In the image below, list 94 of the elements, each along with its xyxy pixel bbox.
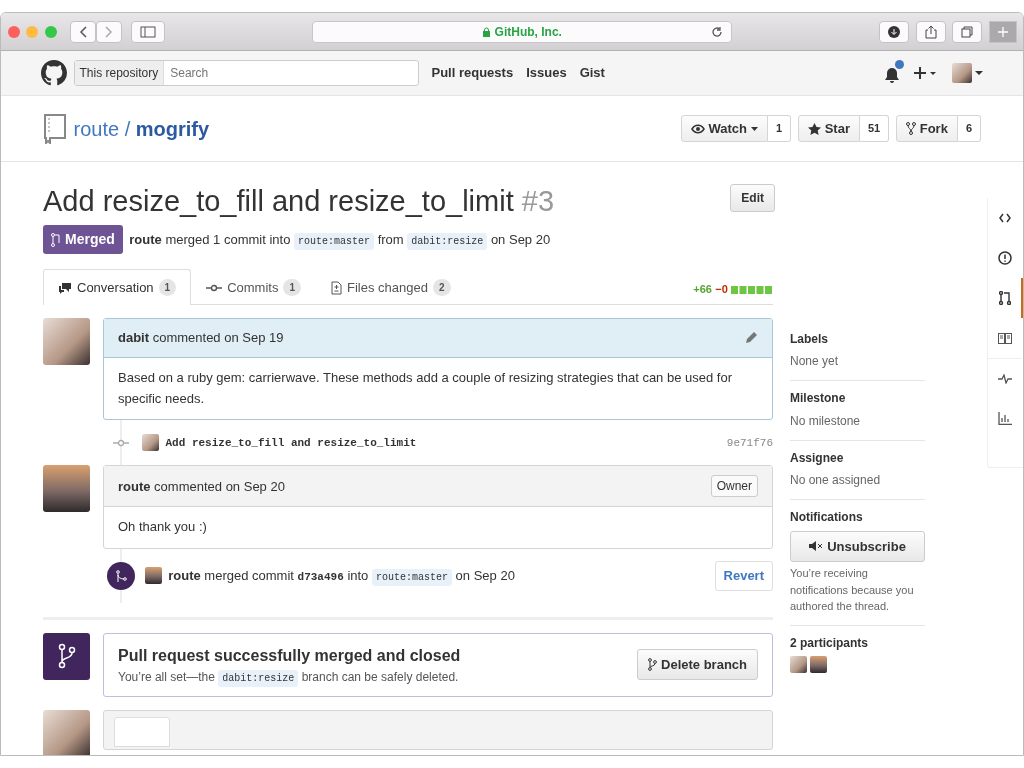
count-badge: 2 bbox=[432, 279, 451, 297]
commit-message[interactable]: Add resize_to_fill and resize_to_limit bbox=[165, 434, 417, 452]
star-button[interactable]: Star bbox=[797, 114, 860, 143]
speech-bubbles-icon bbox=[58, 281, 72, 294]
header-nav-link[interactable]: Issues bbox=[526, 63, 567, 83]
sidebar-heading: Notifications bbox=[790, 510, 864, 525]
deletions-count: −0 bbox=[715, 282, 728, 298]
comment-body: Based on a ruby gem: carrierwave. These methods add a couple of resizing strategies that can be used for specific needs. bbox=[117, 368, 733, 408]
fork-button[interactable]: Fork bbox=[895, 114, 958, 143]
search-scope-label: This repository bbox=[74, 61, 165, 85]
pulse-icon bbox=[997, 373, 1012, 384]
owner-label: Owner bbox=[710, 475, 758, 498]
pull-request-title: Add resize_to_fill and resize_to_limit #3 bbox=[43, 184, 554, 219]
open-book-icon bbox=[997, 332, 1012, 344]
plus-icon bbox=[997, 26, 1008, 37]
user-avatar bbox=[43, 709, 90, 755]
fork-icon bbox=[905, 122, 916, 135]
sidebar-heading: Assignee bbox=[790, 450, 845, 466]
user-avatar[interactable] bbox=[142, 434, 159, 452]
diffstat-bar-icon bbox=[731, 285, 773, 294]
user-menu[interactable] bbox=[951, 63, 983, 83]
octocat-logo-icon[interactable] bbox=[41, 60, 67, 86]
sidebar-heading: Labels bbox=[790, 332, 829, 347]
issue-icon bbox=[997, 251, 1012, 265]
download-icon bbox=[888, 25, 900, 38]
commit-icon bbox=[206, 283, 223, 292]
commit-sha[interactable]: 9e71f76 bbox=[726, 434, 773, 452]
tab[interactable]: Conversation 1 bbox=[43, 268, 192, 306]
eye-icon bbox=[690, 123, 705, 134]
sidebar-heading: 2 participants bbox=[790, 635, 870, 651]
tab[interactable]: Files changed 2 bbox=[316, 268, 466, 306]
merge-status-message: You’re all set—the dabit:resize branch can be safely deleted. bbox=[118, 667, 461, 686]
site-name: GitHub, Inc. bbox=[494, 23, 562, 41]
sidebar-value: No milestone bbox=[790, 412, 862, 430]
mute-icon bbox=[809, 541, 824, 552]
comment-header-text: route commented on Sep 20 bbox=[118, 477, 285, 496]
merge-status-title: Pull request successfully merged and closed bbox=[118, 645, 461, 666]
user-avatar[interactable] bbox=[43, 318, 90, 366]
merge-icon bbox=[107, 561, 135, 590]
repository-book-icon bbox=[43, 113, 67, 144]
bar-graph-icon bbox=[997, 411, 1012, 425]
back-button[interactable] bbox=[69, 20, 96, 43]
header-nav-link[interactable]: Gist bbox=[579, 63, 605, 83]
share-button[interactable] bbox=[915, 20, 946, 43]
sidebar-heading: Milestone bbox=[790, 391, 847, 406]
merge-event-text: route merged commit d73a496 into route:master on Sep 20 bbox=[168, 566, 515, 586]
sidebar-value: None yet bbox=[790, 353, 840, 371]
tabs-icon bbox=[961, 25, 973, 38]
watch-count[interactable]: 1 bbox=[768, 114, 792, 143]
sidebar-icon bbox=[140, 25, 157, 38]
merge-icon bbox=[51, 232, 61, 247]
comment-body: Oh thank you :) bbox=[117, 518, 208, 537]
repository-link[interactable]: mogrify bbox=[135, 117, 210, 140]
plus-dropdown-icon[interactable] bbox=[912, 66, 939, 80]
user-avatar[interactable] bbox=[144, 567, 162, 585]
count-badge: 1 bbox=[158, 279, 177, 297]
merged-state-badge: Merged bbox=[43, 225, 123, 255]
participant-avatar[interactable] bbox=[810, 656, 828, 674]
additions-count: +66 bbox=[693, 282, 712, 298]
fork-count[interactable]: 6 bbox=[957, 114, 981, 143]
star-count[interactable]: 51 bbox=[859, 114, 890, 143]
lock-icon bbox=[482, 26, 492, 37]
share-icon bbox=[924, 24, 937, 39]
tab[interactable]: Commits 1 bbox=[191, 268, 316, 306]
commit-icon bbox=[113, 438, 129, 447]
caret-icon bbox=[751, 126, 759, 131]
count-badge: 1 bbox=[283, 279, 301, 297]
header-nav-link[interactable]: Pull requests bbox=[431, 63, 514, 83]
unsubscribe-button[interactable]: Unsubscribe bbox=[790, 530, 925, 563]
edit-button[interactable]: Edit bbox=[730, 184, 775, 212]
file-diff-icon bbox=[331, 280, 342, 295]
code-icon bbox=[998, 213, 1011, 223]
owner-link[interactable]: route bbox=[73, 117, 120, 140]
user-avatar[interactable] bbox=[43, 465, 90, 513]
download-button[interactable] bbox=[879, 20, 909, 43]
caret-icon bbox=[975, 71, 983, 75]
path-separator: / bbox=[124, 117, 131, 140]
revert-button[interactable]: Revert bbox=[714, 561, 773, 591]
merge-icon bbox=[43, 632, 90, 680]
tabs-button[interactable] bbox=[952, 20, 982, 43]
participant-avatar[interactable] bbox=[790, 656, 807, 674]
sidebar-value: No one assigned bbox=[790, 472, 882, 490]
merge-summary: route merged 1 commit into route:master from dabit:resize on Sep 20 bbox=[129, 230, 551, 250]
branch-icon bbox=[648, 658, 657, 672]
comment-header-text: dabit commented on Sep 19 bbox=[118, 329, 284, 348]
reload-icon[interactable] bbox=[711, 25, 724, 38]
search-input[interactable]: Search bbox=[164, 64, 418, 82]
watch-button[interactable]: Watch bbox=[680, 114, 769, 143]
delete-branch-button[interactable]: Delete branch bbox=[637, 648, 758, 681]
search-field[interactable]: This repository Search bbox=[73, 60, 419, 86]
pencil-icon[interactable] bbox=[744, 331, 758, 346]
notification-reason: You’re receiving notifications because you authored the thread. bbox=[790, 566, 915, 615]
star-icon bbox=[807, 122, 821, 135]
pull-request-icon bbox=[998, 291, 1011, 305]
